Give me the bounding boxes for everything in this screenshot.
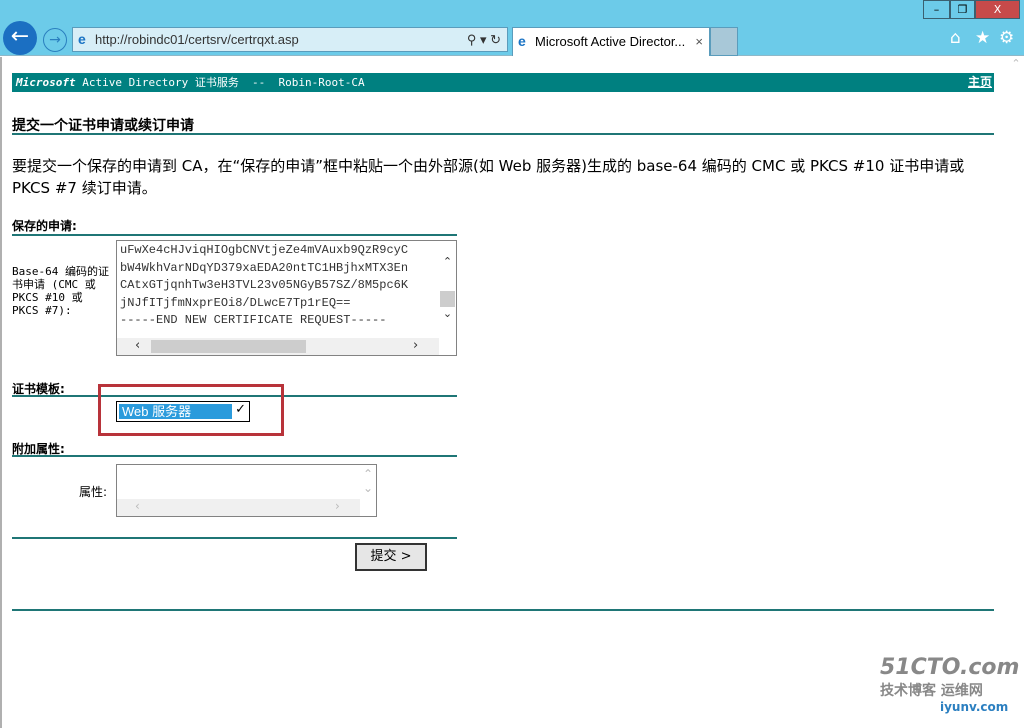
close-button[interactable]: X xyxy=(975,0,1020,19)
tab-active[interactable]: e Microsoft Active Director... × xyxy=(512,27,710,56)
description: 要提交一个保存的申请到 CA，在“保存的申请”框中粘贴一个由外部源(如 Web … xyxy=(12,157,965,197)
attributes-label: 属性: xyxy=(79,485,108,499)
attributes-vscroll[interactable]: ⌃ ⌄ xyxy=(363,467,373,495)
ie-icon: e xyxy=(78,31,86,47)
browser-chrome: – ❐ X ← → e http://robindc01/certsrv/cer… xyxy=(0,0,1024,56)
attributes-textarea[interactable]: ‹ › ⌃ ⌄ xyxy=(116,464,377,517)
star-icon[interactable]: ★ xyxy=(975,28,990,48)
divider xyxy=(12,609,994,611)
ie-icon: e xyxy=(518,33,526,49)
gear-icon[interactable]: ⚙ xyxy=(999,28,1014,48)
back-button[interactable]: ← xyxy=(3,21,37,55)
minimize-button[interactable]: – xyxy=(923,0,950,19)
header-title: Active Directory 证书服务 -- Robin-Root-CA xyxy=(75,76,365,89)
restore-button[interactable]: ❐ xyxy=(950,0,975,19)
textarea-hscroll[interactable]: ‹ › xyxy=(117,338,439,355)
saved-request-label: Base-64 编码的证书申请 (CMC 或 PKCS #10 或 PKCS #… xyxy=(12,265,109,317)
new-tab-button[interactable] xyxy=(710,27,738,56)
saved-request-textarea[interactable]: uFwXe4cHJviqHIOgbCNVtjeZe4mVAuxb9QzR9cyC… xyxy=(116,240,457,356)
watermark: 51CTO.com 技术博客 运维网 iyunv.com xyxy=(880,655,1020,714)
submit-button[interactable]: 提交 > xyxy=(355,543,427,571)
attributes-hscroll[interactable]: ‹ › xyxy=(117,499,360,516)
saved-request-value: uFwXe4cHJviqHIOgbCNVtjeZe4mVAuxb9QzR9cyC… xyxy=(120,243,409,327)
home-icon[interactable]: ⌂ xyxy=(950,28,961,48)
textarea-vscroll[interactable]: ⌃ ⌄ xyxy=(439,241,456,339)
brand: Microsoft xyxy=(16,76,76,89)
divider xyxy=(12,234,457,236)
page-title: 提交一个证书申请或续订申请 xyxy=(12,118,194,134)
search-refresh-icons[interactable]: ⚲ ▾ ↻ xyxy=(467,28,501,51)
forward-button[interactable]: → xyxy=(43,28,67,52)
home-link[interactable]: 主页 xyxy=(968,73,992,92)
url-text: http://robindc01/certsrv/certrqxt.asp xyxy=(95,32,299,47)
highlight-box xyxy=(98,384,284,436)
page-scrollbar[interactable]: ⌃ xyxy=(1008,57,1024,728)
close-tab-icon[interactable]: × xyxy=(695,28,703,55)
tab-title: Microsoft Active Director... xyxy=(535,34,686,49)
header-bar: Microsoft Active Directory 证书服务 -- Robin… xyxy=(12,73,994,92)
address-bar[interactable]: e http://robindc01/certsrv/certrqxt.asp … xyxy=(72,27,508,52)
saved-request-heading: 保存的申请: xyxy=(12,219,77,233)
divider xyxy=(12,537,457,539)
divider xyxy=(12,133,994,135)
divider xyxy=(12,455,457,457)
